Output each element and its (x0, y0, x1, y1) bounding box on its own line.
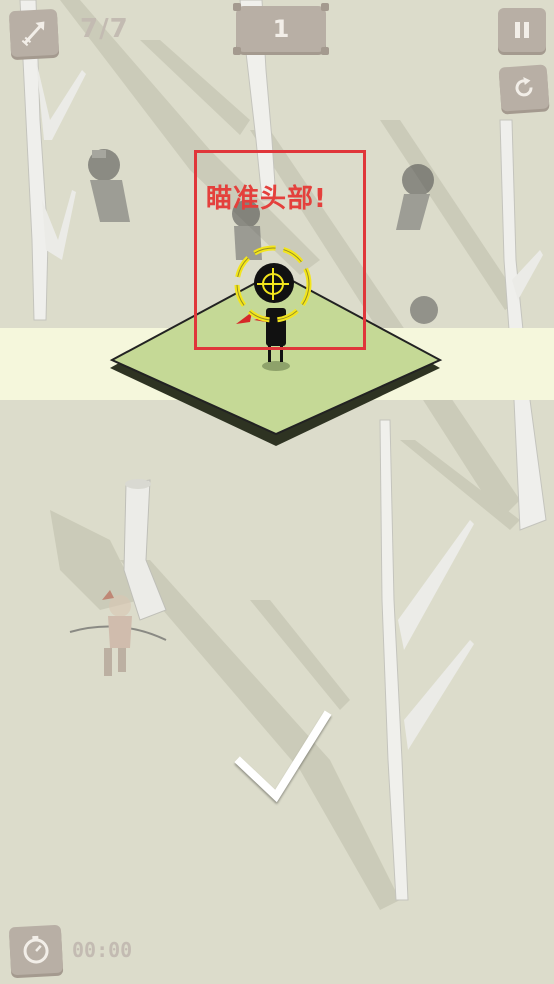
weapon-select-button[interactable] (8, 8, 60, 58)
level-number: 1 (272, 15, 290, 43)
level-indicator: 1 (233, 3, 329, 55)
restart-button[interactable] (498, 64, 550, 112)
restart-icon (515, 77, 533, 97)
arrow-icon (21, 21, 45, 47)
ammo-counter: 7/7 (80, 14, 129, 44)
stopwatch-icon (23, 935, 49, 964)
zombie (410, 296, 438, 324)
timer-button[interactable] (8, 924, 64, 976)
pause-icon (515, 22, 529, 38)
game-scene[interactable] (0, 0, 554, 984)
pause-button[interactable] (498, 8, 546, 52)
tutorial-hint: 瞄准头部! (206, 184, 327, 214)
timer-display: 00:00 (72, 938, 133, 962)
